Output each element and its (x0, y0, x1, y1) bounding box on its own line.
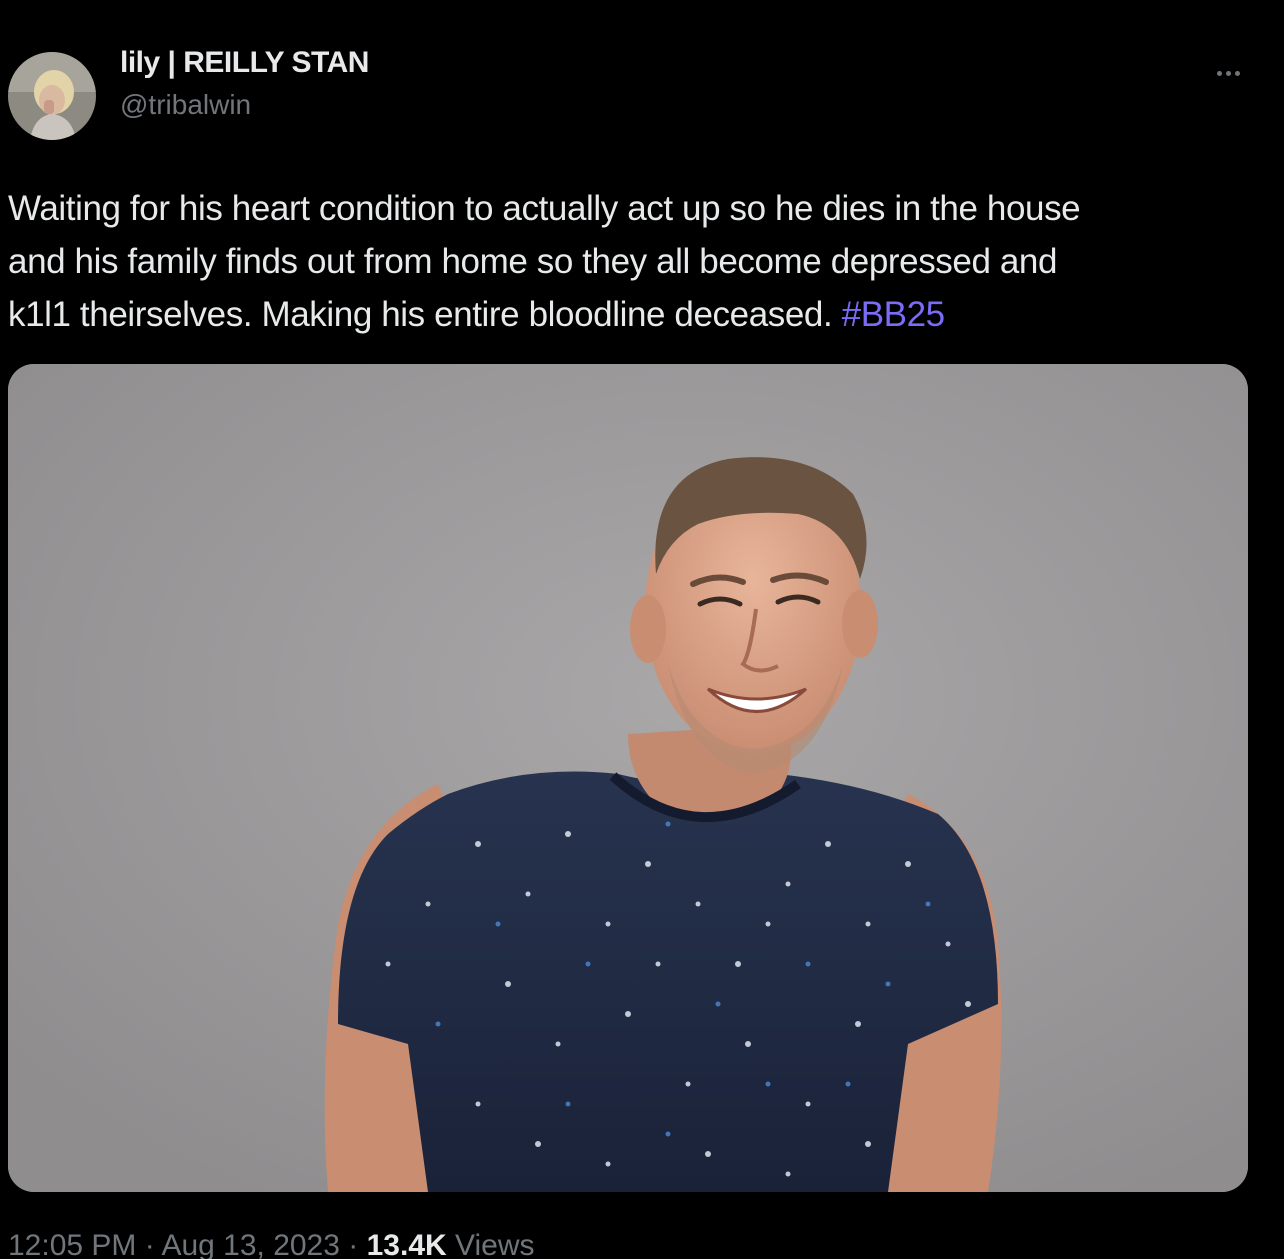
tweet-text-line: Waiting for his heart condition to actua… (8, 189, 1081, 228)
views-label: Views (446, 1229, 535, 1259)
tweet-text: Waiting for his heart condition to actua… (8, 182, 1268, 341)
tweet-text-line: and his family finds out from home so th… (8, 242, 1058, 281)
tweet-text-segment: k1l1 theirselves. Making his entire bloo… (8, 295, 842, 334)
views-count: 13.4K (366, 1229, 447, 1259)
person-photo (8, 364, 1248, 1192)
more-dot (1234, 70, 1240, 76)
tweet-header: lily | REILLY STAN @tribalwin (8, 46, 369, 140)
tweet-media-photo[interactable] (8, 364, 1248, 1192)
display-name[interactable]: lily | REILLY STAN (120, 45, 369, 81)
tweet-text-line: k1l1 theirselves. Making his entire bloo… (8, 288, 1268, 341)
meta-separator: · (136, 1229, 162, 1259)
tweet-date[interactable]: Aug 13, 2023 (161, 1229, 340, 1259)
hashtag-link[interactable]: #BB25 (842, 295, 945, 334)
more-options-icon[interactable] (1208, 58, 1248, 88)
user-handle[interactable]: @tribalwin (120, 87, 369, 123)
more-dot (1216, 70, 1222, 76)
tweet: lily | REILLY STAN @tribalwin Waiting fo… (0, 0, 1284, 1259)
avatar[interactable] (8, 52, 96, 140)
user-avatar-icon (8, 52, 96, 140)
user-info: lily | REILLY STAN @tribalwin (120, 45, 369, 123)
tweet-meta: 12:05 PM · Aug 13, 2023 · 13.4K Views (8, 1226, 535, 1259)
meta-separator: · (339, 1229, 367, 1259)
more-dot (1225, 70, 1231, 76)
tweet-time[interactable]: 12:05 PM (8, 1229, 136, 1259)
